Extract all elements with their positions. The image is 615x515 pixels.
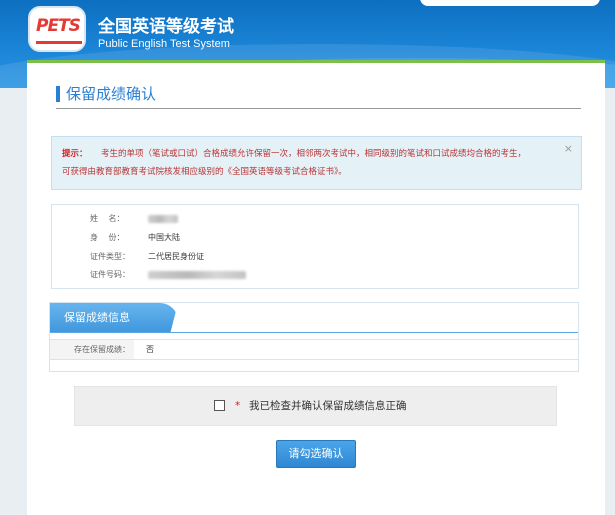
id-type-label: 证件类型： (90, 252, 130, 261)
required-star: * (235, 400, 241, 412)
pets-logo: PETS (28, 6, 86, 52)
name-label: 姓 名： (90, 214, 125, 223)
logo-underline (36, 41, 82, 44)
confirm-panel: * 我已检查并确认保留成绩信息正确 (74, 386, 557, 426)
alert-label: 提示： (62, 149, 88, 159)
identity-label: 身 份： (90, 233, 125, 242)
candidate-info-panel: 姓 名： 身 份： 中国大陆 证件类型： 二代居民身份证 证件号码： (51, 204, 579, 289)
confirm-button[interactable]: 请勾选确认 (276, 440, 356, 468)
retained-score-value: 否 (146, 345, 154, 354)
alert-text-1: 考生的单项（笔试或口试）合格成绩允许保留一次，相邻两次考试中，相同级别的笔试和口… (101, 149, 527, 159)
notice-alert: 提示： 考生的单项（笔试或口试）合格成绩允许保留一次，相邻两次考试中，相同级别的… (51, 136, 582, 190)
site-title: 全国英语等级考试 (98, 17, 234, 37)
confirm-label[interactable]: 我已检查并确认保留成绩信息正确 (249, 387, 407, 425)
id-type-value: 二代居民身份证 (148, 252, 204, 261)
logo-text: PETS (36, 16, 81, 36)
title-divider (56, 108, 581, 109)
retained-score-tab: 保留成绩信息 (50, 303, 178, 333)
site-subtitle: Public English Test System (98, 38, 230, 50)
name-value-redacted (148, 212, 178, 226)
page-title: 保留成绩确认 (56, 86, 156, 102)
tab-underline (50, 332, 578, 333)
retained-score-row: 存在保留成绩： 否 (50, 339, 578, 360)
id-number-value-redacted (148, 268, 246, 282)
alert-line-1: 提示： 考生的单项（笔试或口试）合格成绩允许保留一次，相邻两次考试中，相同级别的… (62, 145, 571, 163)
retained-score-label: 存在保留成绩： (50, 340, 134, 359)
id-number-label: 证件号码： (90, 270, 130, 279)
top-bar-pill (420, 0, 600, 6)
close-icon[interactable]: × (564, 140, 573, 158)
confirm-checkbox[interactable] (214, 400, 225, 411)
retained-score-panel: 保留成绩信息 存在保留成绩： 否 (49, 302, 579, 372)
alert-text-2: 可获得由教育部教育考试院核发相应级别的《全国英语等级考试合格证书》。 (62, 167, 347, 177)
identity-value: 中国大陆 (148, 233, 180, 242)
